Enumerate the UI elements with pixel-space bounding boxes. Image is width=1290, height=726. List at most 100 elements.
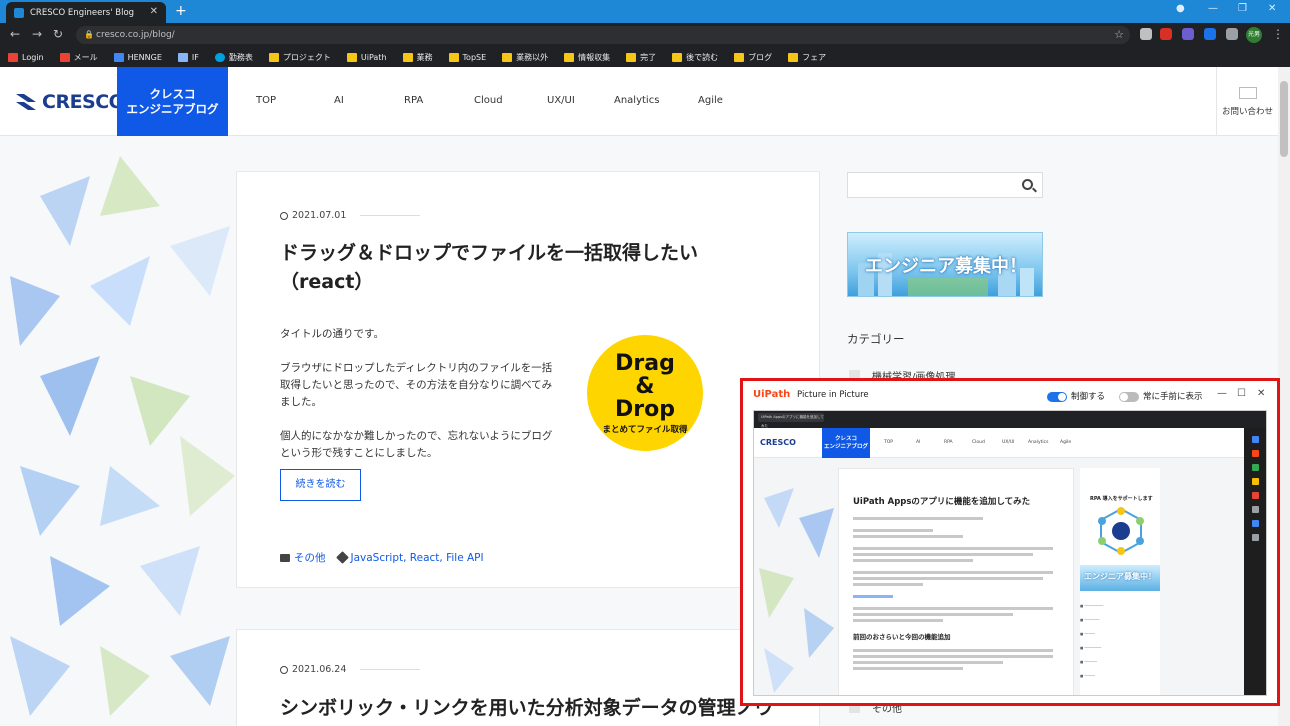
lock-icon: 🔒	[84, 30, 94, 39]
pip-window: UiPath Picture in Picture 制御する 常に手前に表示 —…	[740, 378, 1280, 706]
post-card: 2021.06.24 シンボリック・リンクを用いた分析対象データの管理ノウ	[236, 629, 820, 726]
folder-icon	[448, 52, 459, 62]
contact-link[interactable]: お問い合わせ	[1216, 67, 1278, 136]
nav-agile[interactable]: Agile	[698, 95, 723, 106]
nav-rpa[interactable]: RPA	[404, 95, 423, 106]
post-title[interactable]: ドラッグ＆ドロップでファイルを一括取得したい （react）	[280, 239, 698, 297]
reload-icon[interactable]: ↻	[53, 27, 63, 41]
nav-cloud[interactable]: Cloud	[474, 95, 503, 106]
always-on-top-toggle[interactable]	[1119, 392, 1139, 402]
search-input[interactable]	[847, 172, 1043, 198]
scrollbar-thumb[interactable]	[1280, 81, 1288, 157]
browser-tab[interactable]: CRESCO Engineers' Blog ✕	[6, 2, 166, 23]
url-text: cresco.co.jp/blog/	[96, 30, 175, 40]
camera-extension-icon[interactable]	[1140, 28, 1152, 40]
gmail-icon	[8, 52, 18, 62]
forward-icon[interactable]: →	[32, 27, 42, 41]
nav-analytics[interactable]: Analytics	[614, 95, 659, 106]
bookmark-item[interactable]: IF	[177, 52, 199, 62]
post-date: 2021.07.01	[280, 210, 421, 221]
bookmark-folder[interactable]: 完了	[626, 52, 656, 63]
bookmark-item[interactable]: メール	[59, 52, 98, 63]
folder-icon	[626, 52, 637, 62]
recruit-banner[interactable]: エンジニア募集中！	[847, 232, 1043, 297]
gmail-icon	[59, 52, 70, 62]
read-more-button[interactable]: 続きを読む	[280, 469, 361, 501]
profile-avatar[interactable]: 光男	[1246, 27, 1262, 43]
back-icon[interactable]: ←	[10, 27, 20, 41]
nav-top[interactable]: TOP	[256, 95, 276, 106]
folder-icon	[280, 553, 290, 562]
uipath-logo: UiPath	[753, 389, 791, 400]
bookmark-star-icon[interactable]: ☆	[1114, 26, 1124, 44]
shield-extension-icon[interactable]	[1182, 28, 1194, 40]
bookmark-item[interactable]: Login	[8, 52, 44, 62]
minimize-icon[interactable]: —	[1208, 3, 1218, 14]
site-logo[interactable]: CRESCO	[16, 91, 125, 113]
link-icon	[177, 52, 188, 62]
categories-heading: カテゴリー	[847, 332, 905, 346]
tab-title: CRESCO Engineers' Blog	[30, 7, 135, 18]
tab-search-icon[interactable]: ●	[1176, 3, 1185, 14]
always-on-top-label: 常に手前に表示	[1143, 392, 1203, 402]
mail-icon	[113, 52, 124, 62]
folder-icon	[402, 52, 413, 62]
maximize-icon[interactable]: ❐	[1238, 3, 1247, 14]
control-label: 制御する	[1071, 392, 1106, 402]
envelope-icon	[1238, 87, 1257, 99]
address-bar[interactable]: 🔒 cresco.co.jp/blog/ ☆	[76, 26, 1130, 44]
bookmarks-bar: Login メール HENNGE IF 勤務表 プロジェクト UiPath 業務…	[0, 47, 1290, 67]
folder-icon	[788, 52, 799, 62]
bookmark-folder[interactable]: UiPath	[346, 52, 387, 62]
pip-close-icon[interactable]: ✕	[1257, 388, 1265, 399]
post-date: 2021.06.24	[280, 664, 421, 675]
folder-icon	[564, 52, 575, 62]
nav-uxui[interactable]: UX/UI	[547, 95, 575, 106]
post-title[interactable]: シンボリック・リンクを用いた分析対象データの管理ノウ	[280, 694, 774, 723]
pdf-extension-icon[interactable]	[1160, 28, 1172, 40]
post-meta: その他 JavaScript, React, File API	[280, 550, 484, 565]
post-card: 2021.07.01 ドラッグ＆ドロップでファイルを一括取得したい （react…	[236, 171, 820, 588]
post-excerpt: タイトルの通りです。 ブラウザにドロップしたディレクトリ内のファイルを一括 取得…	[280, 328, 553, 459]
translate-extension-icon[interactable]	[1204, 28, 1216, 40]
pip-maximize-icon[interactable]: ☐	[1237, 388, 1246, 399]
blog-home-link[interactable]: クレスコ エンジニアブログ	[117, 67, 228, 136]
browser-toolbar: ← → ↻ 🔒 cresco.co.jp/blog/ ☆ 光男 ⋮	[0, 23, 1290, 47]
close-tab-icon[interactable]: ✕	[150, 6, 158, 17]
folder-icon	[672, 52, 683, 62]
folder-icon	[268, 52, 279, 62]
bookmark-folder[interactable]: プロジェクト	[268, 52, 331, 63]
decorative-triangles	[10, 156, 235, 716]
bookmark-folder[interactable]: フェア	[788, 52, 826, 63]
category-link[interactable]: その他	[294, 550, 326, 565]
puzzle-extension-icon[interactable]	[1226, 28, 1238, 40]
control-toggle[interactable]	[1047, 392, 1067, 402]
folder-icon	[346, 52, 357, 62]
cresco-logo-icon	[16, 94, 36, 110]
new-tab-button[interactable]: +	[175, 3, 187, 19]
favicon-icon	[14, 7, 24, 18]
bookmark-folder[interactable]: 業務以外	[502, 52, 548, 63]
search-icon[interactable]	[1022, 179, 1033, 190]
site-header: CRESCO クレスコ エンジニアブログ TOP AI RPA Cloud UX…	[0, 67, 1278, 136]
browser-titlebar: CRESCO Engineers' Blog ✕ + ● — ❐ ✕	[0, 0, 1290, 23]
cloud-icon	[214, 52, 225, 62]
menu-kebab-icon[interactable]: ⋮	[1272, 27, 1284, 41]
pip-remote-screen[interactable]: UiPath Appsのアプリに機能を追加してみた CRESCO クレスコ エン…	[753, 410, 1267, 696]
tag-links[interactable]: JavaScript, React, File API	[351, 552, 484, 564]
bookmark-item[interactable]: 勤務表	[214, 52, 253, 63]
nav-ai[interactable]: AI	[334, 95, 344, 106]
bookmark-folder[interactable]: 業務	[402, 52, 433, 63]
bookmark-folder[interactable]: ブログ	[734, 52, 772, 63]
pip-title: Picture in Picture	[797, 390, 869, 400]
pip-minimize-icon[interactable]: —	[1217, 388, 1227, 399]
clock-icon	[280, 211, 288, 220]
bookmark-folder[interactable]: 後で読む	[672, 52, 718, 63]
bookmark-item[interactable]: HENNGE	[113, 52, 162, 62]
tag-icon	[335, 551, 349, 564]
post-thumbnail[interactable]: Drag & Drop まとめてファイル取得	[587, 335, 703, 451]
clock-icon	[280, 665, 288, 674]
bookmark-folder[interactable]: TopSE	[448, 52, 486, 62]
bookmark-folder[interactable]: 情報収集	[564, 52, 610, 63]
window-close-icon[interactable]: ✕	[1268, 3, 1276, 14]
